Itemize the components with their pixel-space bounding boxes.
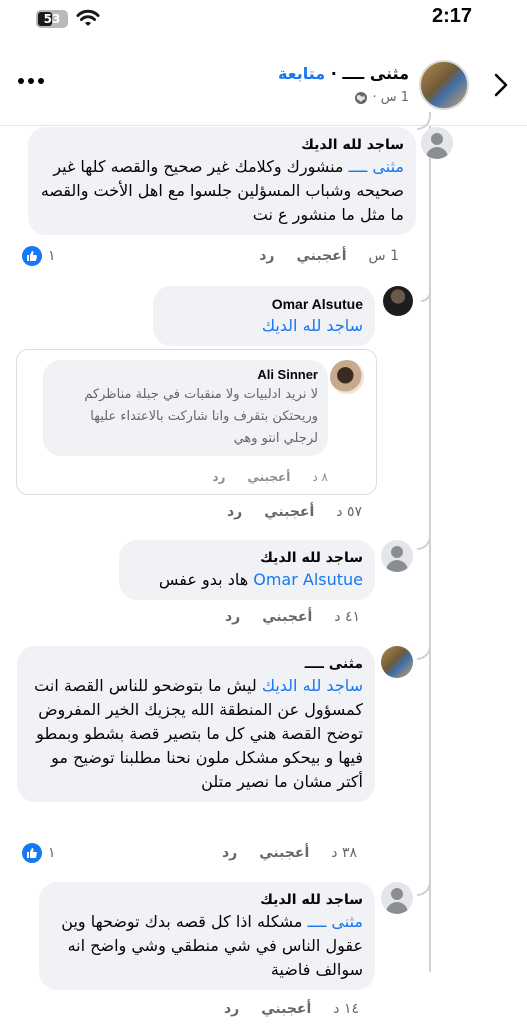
reply-button[interactable]: رد bbox=[225, 609, 240, 625]
comment-author[interactable]: مثنى ــــ bbox=[29, 654, 363, 674]
mention-link[interactable]: ساجد لله الديك bbox=[262, 316, 363, 335]
reply-button[interactable]: رد bbox=[224, 1001, 239, 1017]
status-bar: 53 2:17 bbox=[0, 0, 527, 40]
comment-actions: ٤١ د أعجبني رد bbox=[225, 609, 360, 625]
reply-button[interactable]: رد bbox=[259, 248, 274, 264]
comment-actions: ٥٧ د أعجبني رد bbox=[227, 504, 362, 520]
comment-bubble[interactable]: مثنى ــــ ساجد لله الديك ليش ما بتوضحو ل… bbox=[17, 646, 375, 802]
shared-comment-text: لا نريد ادلبيات ولا منقبات في جبلة مناظر… bbox=[84, 387, 318, 446]
post-author-name[interactable]: مثنى ــــ bbox=[342, 64, 409, 83]
comment-author[interactable]: ساجد لله الديك bbox=[40, 135, 404, 155]
battery-level: 53 bbox=[43, 12, 61, 26]
shared-comment-author: Ali Sinner bbox=[257, 367, 318, 382]
comment-text: مثنى ــــ مشكله اذا كل قصه بدك توضحها وي… bbox=[61, 912, 363, 979]
thread-line bbox=[429, 126, 431, 972]
like-button[interactable]: أعجبني bbox=[264, 504, 314, 520]
post-time: 1 س · bbox=[372, 90, 409, 105]
like-reaction-icon bbox=[22, 246, 42, 266]
avatar[interactable] bbox=[383, 286, 413, 316]
comment-author[interactable]: ساجد لله الديك bbox=[131, 548, 363, 568]
reply-button[interactable]: رد bbox=[222, 845, 237, 861]
reaction-count[interactable]: ١ bbox=[22, 843, 56, 863]
follow-button[interactable]: متابعة bbox=[278, 64, 325, 83]
reaction-count-value: ١ bbox=[48, 248, 56, 264]
like-button[interactable]: أعجبني bbox=[261, 1001, 311, 1017]
comment-author[interactable]: ساجد لله الديك bbox=[51, 890, 363, 910]
comment-author[interactable]: Omar Alsutue bbox=[165, 294, 363, 314]
post-meta: 1 س · bbox=[354, 90, 409, 105]
globe-icon bbox=[355, 91, 368, 104]
like-button[interactable]: أعجبني bbox=[296, 248, 346, 264]
comment-age: 1 س bbox=[368, 248, 399, 264]
reaction-count-value: ١ bbox=[48, 845, 56, 861]
mention-link[interactable]: ساجد لله الديك bbox=[262, 676, 363, 695]
post-author-avatar[interactable] bbox=[419, 60, 469, 110]
shared-comment-age: ٨ د bbox=[312, 470, 328, 484]
chevron-right-icon[interactable] bbox=[493, 72, 509, 98]
like-reaction-icon bbox=[22, 843, 42, 863]
comment-text: ساجد لله الديك ليش ما بتوضحو للناس القصة… bbox=[34, 676, 363, 791]
comment-text: Omar Alsutue هاد بدو عفس bbox=[158, 570, 363, 589]
mention-link[interactable]: مثنى ــــ bbox=[308, 912, 363, 931]
comment-text: مثنى ــــ منشورك وكلامك غير صحيح والقصه … bbox=[40, 157, 404, 224]
more-dots-icon[interactable] bbox=[18, 78, 44, 84]
mention-link[interactable]: مثنى ــــ bbox=[349, 157, 404, 176]
shared-reply-label: رد bbox=[212, 470, 226, 484]
separator-dot: · bbox=[330, 64, 337, 83]
comment-age: ٥٧ د bbox=[336, 504, 362, 520]
avatar[interactable] bbox=[381, 646, 413, 678]
comment-age: ٤١ د bbox=[334, 609, 360, 625]
shared-comment-actions: ٨ د أعجبني رد bbox=[212, 470, 328, 484]
status-time: 2:17 bbox=[431, 5, 472, 27]
avatar[interactable] bbox=[381, 540, 413, 572]
like-button[interactable]: أعجبني bbox=[259, 845, 309, 861]
comment-text: ساجد لله الديك bbox=[165, 314, 363, 338]
avatar[interactable] bbox=[421, 127, 453, 159]
battery-icon: 53 bbox=[36, 10, 68, 28]
shared-comment-bubble: Ali Sinner لا نريد ادلبيات ولا منقبات في… bbox=[43, 360, 328, 456]
comment-actions: 1 س أعجبني رد bbox=[259, 248, 399, 264]
comment-actions: ٣٨ د أعجبني رد bbox=[222, 845, 357, 861]
wifi-icon bbox=[76, 9, 100, 26]
comment-age: ٣٨ د bbox=[331, 845, 357, 861]
reply-button[interactable]: رد bbox=[227, 504, 242, 520]
like-button[interactable]: أعجبني bbox=[262, 609, 312, 625]
comment-bubble[interactable]: ساجد لله الديك Omar Alsutue هاد بدو عفس bbox=[119, 540, 375, 600]
avatar bbox=[330, 360, 364, 394]
comment-bubble[interactable]: Omar Alsutue ساجد لله الديك bbox=[153, 286, 375, 346]
post-author-line: مثنى ــــ · متابعة bbox=[278, 64, 409, 83]
shared-comment-card[interactable]: Ali Sinner لا نريد ادلبيات ولا منقبات في… bbox=[16, 349, 377, 495]
comment-age: ١٤ د bbox=[333, 1001, 359, 1017]
comment-actions: ١٤ د أعجبني رد bbox=[224, 1001, 359, 1017]
shared-like-label: أعجبني bbox=[247, 470, 291, 484]
reaction-count[interactable]: ١ bbox=[22, 246, 56, 266]
avatar[interactable] bbox=[381, 882, 413, 914]
mention-link[interactable]: Omar Alsutue bbox=[253, 570, 363, 589]
comment-bubble[interactable]: ساجد لله الديك مثنى ــــ مشكله اذا كل قص… bbox=[39, 882, 375, 990]
post-header: مثنى ــــ · متابعة 1 س · bbox=[0, 40, 527, 126]
comment-bubble[interactable]: ساجد لله الديك مثنى ــــ منشورك وكلامك غ… bbox=[28, 127, 416, 235]
